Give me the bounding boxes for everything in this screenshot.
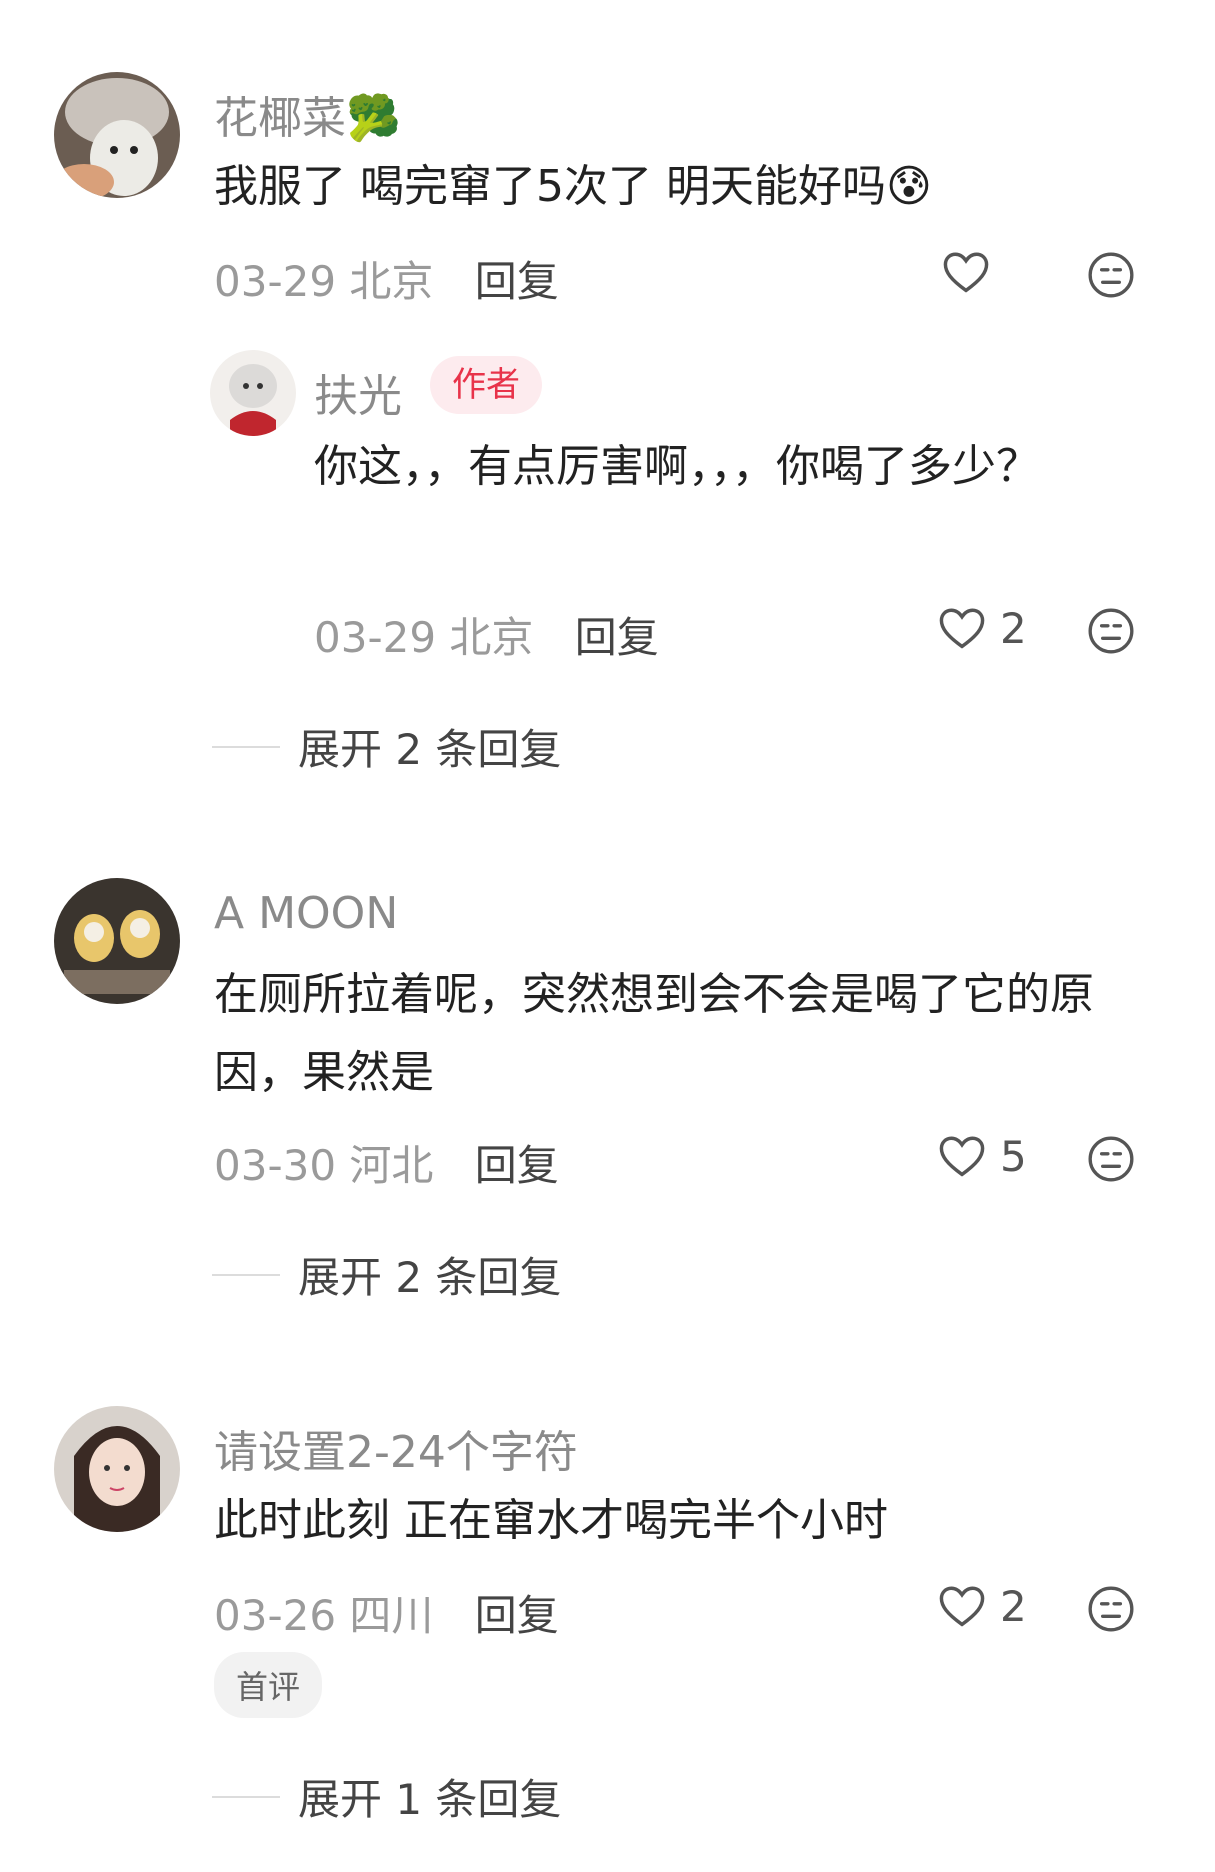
reply-button[interactable]: 回复: [475, 257, 559, 306]
reply-location: 北京: [449, 613, 534, 662]
comment-location: 四川: [349, 1591, 434, 1640]
reply-meta: 03-29 北京 回复: [314, 604, 659, 665]
comment-meta: 03-26 四川 回复: [214, 1582, 559, 1643]
reply-date: 03-29: [314, 613, 437, 662]
comment-text: 在厕所拉着呢，突然想到会不会是喝了它的原因，果然是: [214, 969, 1094, 1098]
avatar[interactable]: [54, 878, 180, 1004]
divider: [212, 1273, 280, 1276]
avatar[interactable]: [54, 72, 180, 198]
comment-location: 北京: [349, 257, 434, 306]
expand-replies-label: 展开 2 条回复: [298, 1253, 562, 1302]
like-button[interactable]: [940, 246, 992, 298]
reply-button[interactable]: 回复: [475, 1141, 559, 1190]
author-tag: 作者: [430, 356, 542, 414]
expand-replies-label: 展开 2 条回复: [298, 725, 562, 774]
like-count: 2: [1000, 603, 1027, 653]
first-comment-badge: 首评: [214, 1652, 323, 1718]
reply-username[interactable]: 扶光: [314, 360, 402, 424]
comment-text: 此时此刻 正在窜水才喝完半个小时: [214, 1495, 888, 1546]
neutral-face-icon[interactable]: [1086, 250, 1136, 300]
reply-avatar[interactable]: [210, 350, 296, 436]
expand-replies[interactable]: 展开 2 条回复: [212, 716, 561, 777]
reply-button[interactable]: 回复: [575, 613, 659, 662]
like-button[interactable]: 2: [936, 1580, 1027, 1632]
comment-meta: 03-29 北京 回复: [214, 248, 559, 309]
neutral-face-icon[interactable]: [1086, 1134, 1136, 1184]
username[interactable]: 花椰菜🥦: [214, 82, 401, 146]
avatar[interactable]: [54, 1406, 180, 1532]
heart-outline-icon: [943, 252, 989, 293]
username[interactable]: 请设置2-24个字符: [214, 1416, 578, 1480]
neutral-face-icon[interactable]: [1086, 1584, 1136, 1634]
heart-outline-icon: [939, 1586, 985, 1627]
comment-date: 03-29: [214, 257, 337, 306]
neutral-face-icon[interactable]: [1086, 606, 1136, 656]
reply-button[interactable]: 回复: [475, 1591, 559, 1640]
broccoli-emoji: 🥦: [346, 93, 401, 144]
comment-date: 03-26: [214, 1591, 337, 1640]
like-count: 5: [1000, 1131, 1027, 1181]
comment-date: 03-30: [214, 1141, 337, 1190]
divider: [212, 745, 280, 748]
expand-replies[interactable]: 展开 2 条回复: [212, 1244, 561, 1305]
comment-location: 河北: [349, 1141, 434, 1190]
divider: [212, 1795, 280, 1798]
expand-replies[interactable]: 展开 1 条回复: [212, 1766, 561, 1827]
expand-replies-label: 展开 1 条回复: [298, 1775, 562, 1824]
anxious-emoji: 😰: [885, 161, 932, 212]
like-button[interactable]: 5: [936, 1130, 1027, 1182]
comment-text: 我服了 喝完窜了5次了 明天能好吗😰: [214, 161, 932, 212]
username[interactable]: A MOON: [214, 888, 398, 939]
reply-text: 你这，，有点厉害啊，，，你喝了多少？: [314, 441, 1040, 492]
like-button[interactable]: 2: [936, 602, 1027, 654]
like-count: 2: [1000, 1581, 1027, 1631]
comment-meta: 03-30 河北 回复: [214, 1132, 559, 1193]
heart-outline-icon: [939, 608, 985, 649]
heart-outline-icon: [939, 1136, 985, 1177]
